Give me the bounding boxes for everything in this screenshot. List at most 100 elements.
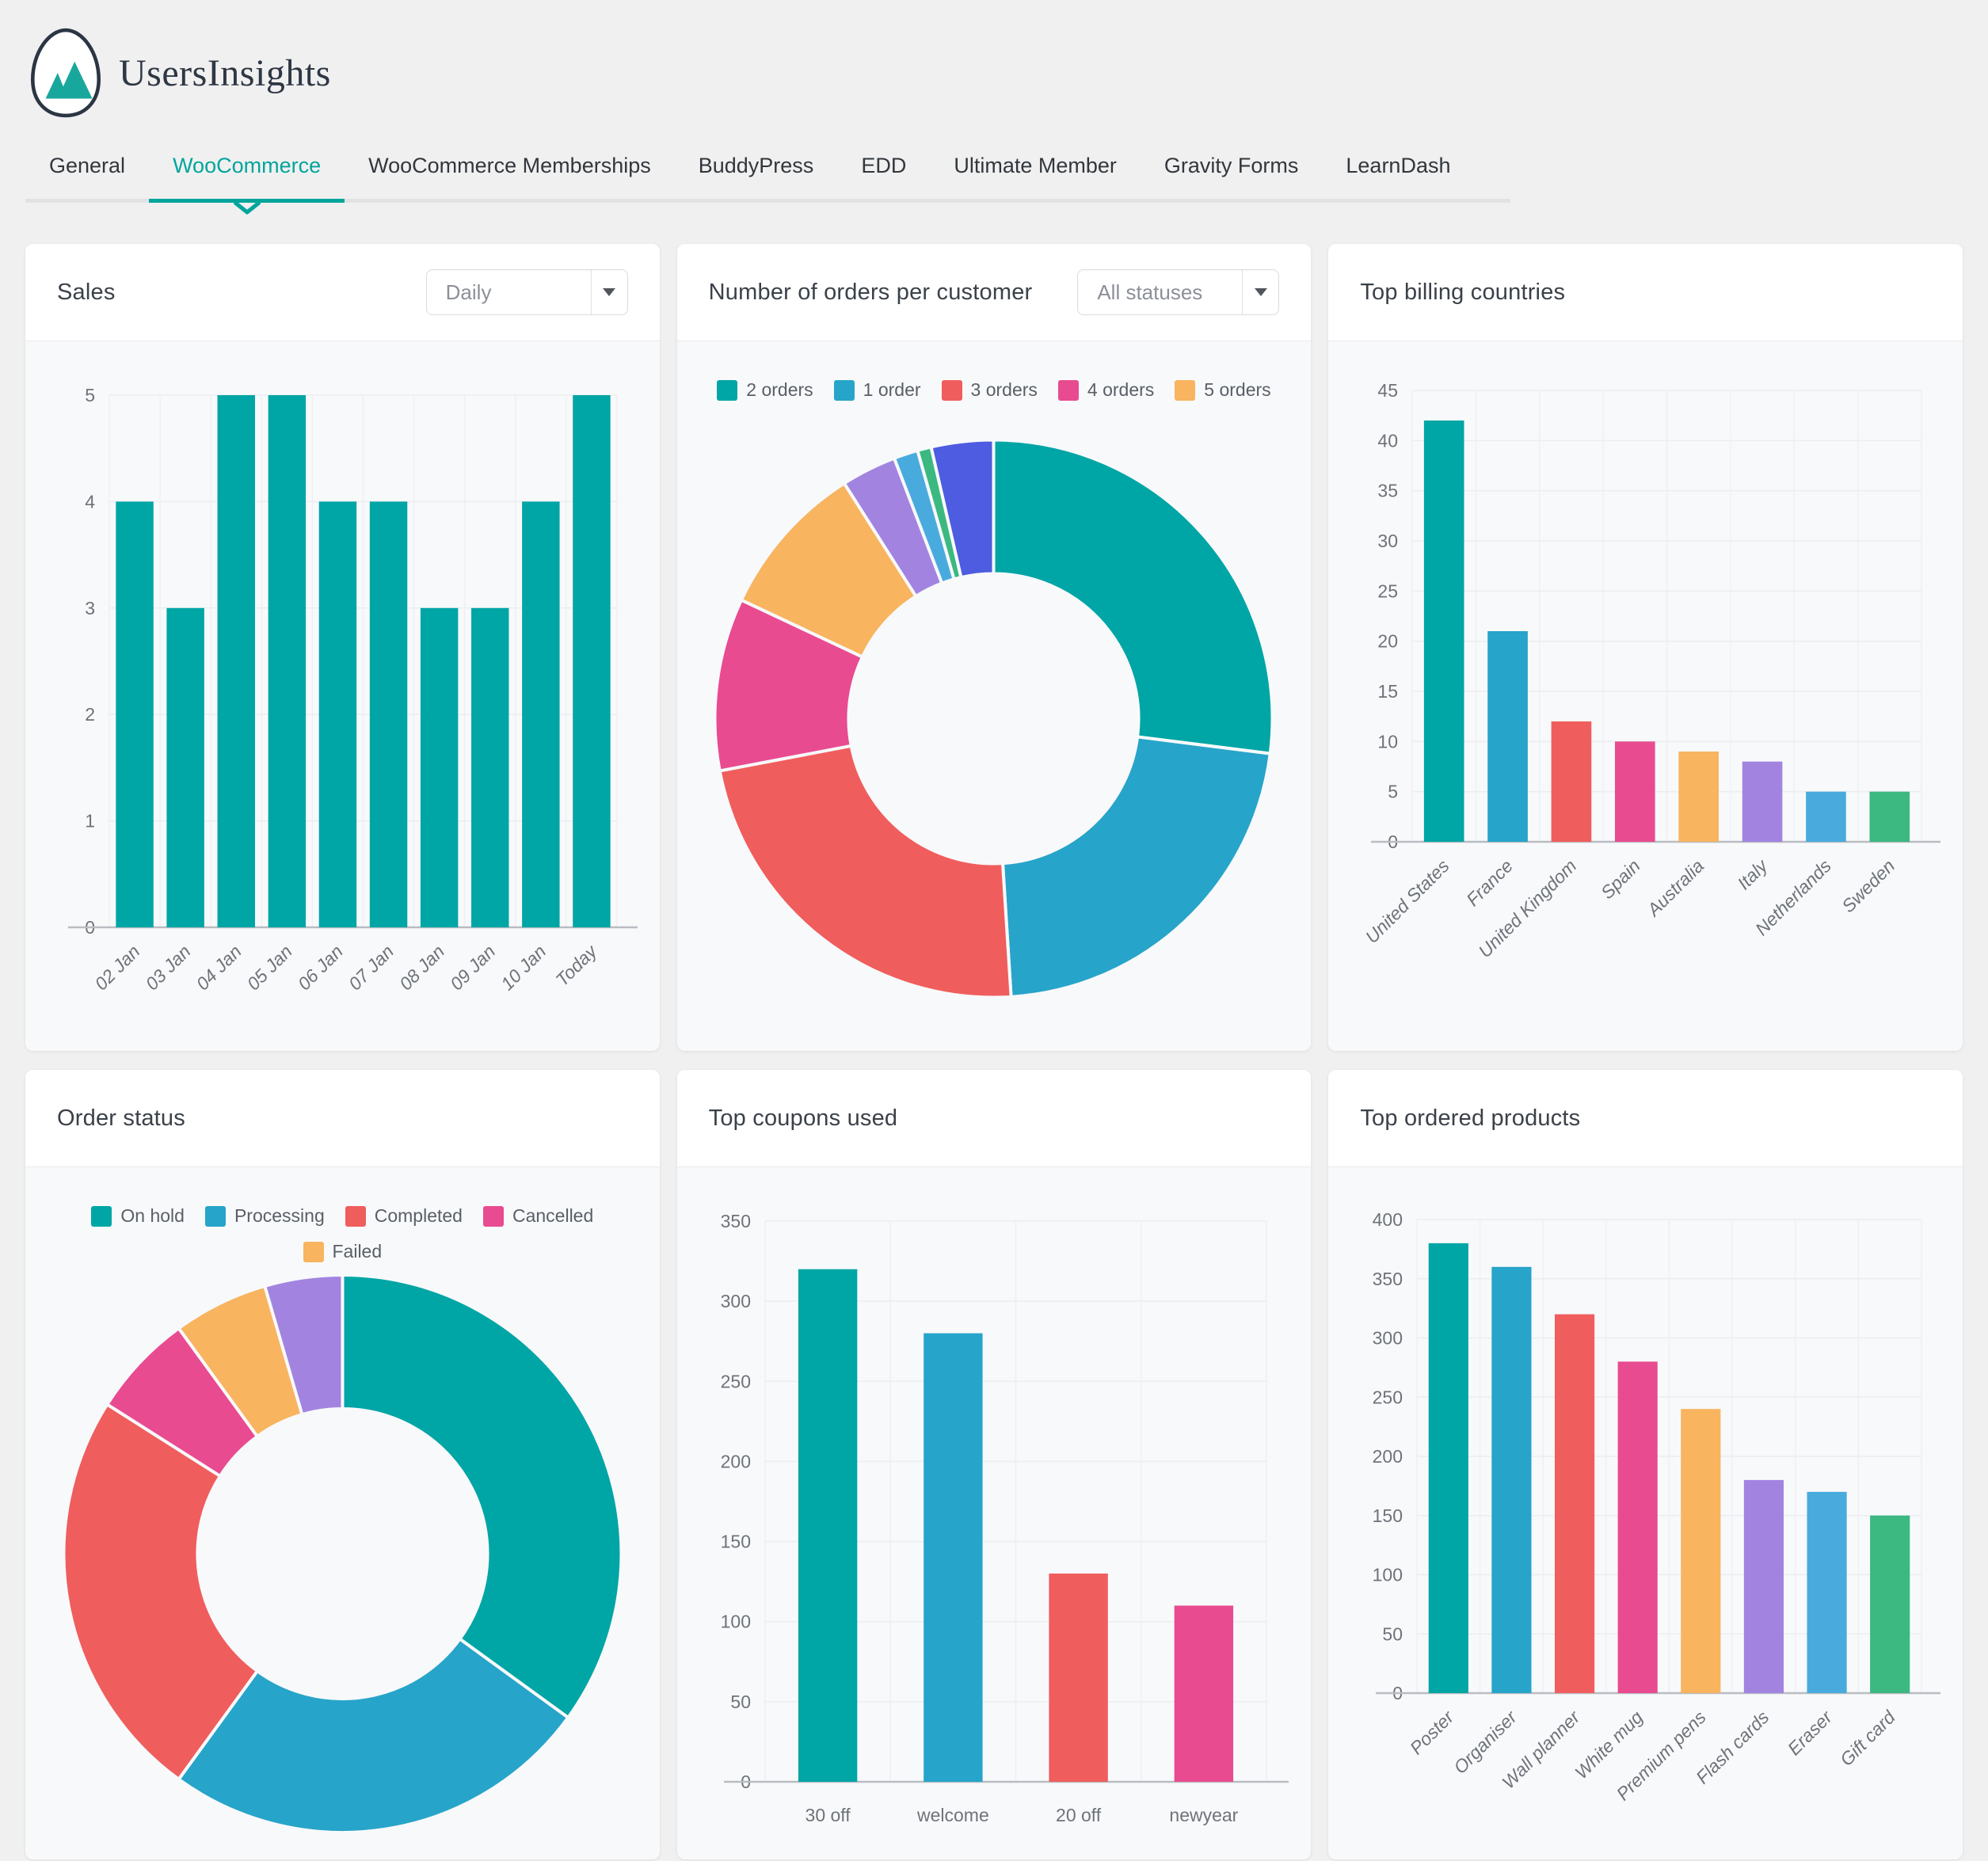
report-tabs: General WooCommerce WooCommerce Membership… [25,136,1511,215]
svg-text:20 off: 20 off [1057,1805,1103,1825]
legend-label: Completed [374,1205,463,1226]
svg-text:09 Jan: 09 Jan [446,941,499,994]
select-value: All statuses [1097,280,1203,304]
legend-color-swatch [833,379,855,401]
legend-item[interactable]: 5 orders [1175,379,1271,401]
panel-title-top-ordered-products: Top ordered products [1360,1105,1581,1131]
svg-text:newyear: newyear [1170,1805,1239,1825]
legend-color-swatch [204,1205,226,1227]
svg-text:25: 25 [1378,580,1399,601]
svg-text:France: France [1462,855,1517,910]
legend-color-swatch [717,379,738,401]
svg-text:100: 100 [1373,1565,1403,1585]
tab-woocommerce[interactable]: WooCommerce [149,136,345,215]
legend-color-swatch [345,1205,366,1227]
svg-text:35: 35 [1378,481,1399,501]
tab-gravity-forms[interactable]: Gravity Forms [1141,136,1323,199]
svg-text:07 Jan: 07 Jan [345,941,398,994]
svg-text:300: 300 [721,1291,751,1311]
legend-item[interactable]: 4 orders [1057,379,1154,401]
panel-top-coupons-used: Top coupons used 0 50 100 150 200 250 300 350 30… [676,1070,1312,1859]
svg-text:United States: United States [1362,855,1453,947]
panel-title-top-coupons-used: Top coupons used [708,1105,898,1131]
svg-text:45: 45 [1378,380,1399,401]
svg-text:10: 10 [1378,731,1399,752]
svg-text:40: 40 [1378,430,1399,451]
panel-header: Number of orders per customer All status… [676,244,1312,341]
tab-woocommerce-memberships[interactable]: WooCommerce Memberships [345,136,675,199]
dropdown-caret-icon [590,270,627,314]
app-logo-text: UsersInsights [119,51,331,94]
panel-header: Sales Daily [25,244,660,341]
svg-text:200: 200 [1373,1446,1403,1467]
svg-text:Italy: Italy [1734,854,1773,893]
legend-color-swatch [91,1205,112,1227]
top-coupons-chart-area: 0 50 100 150 200 250 300 350 30 off welcome 20 off… [676,1166,1312,1859]
svg-text:03 Jan: 03 Jan [141,941,194,994]
order-status-chart-area: On hold Processing Completed Cancelled Faile… [25,1166,660,1859]
svg-text:250: 250 [1373,1387,1403,1407]
users-insights-logo-icon [31,28,101,118]
panel-order-status: Order status On hold Processing Completed C… [25,1070,660,1859]
svg-text:1: 1 [85,811,95,832]
svg-text:300: 300 [1373,1328,1403,1349]
svg-text:Gift card: Gift card [1836,1706,1900,1770]
legend-label: 5 orders [1204,379,1271,400]
sales-period-select[interactable]: Daily [425,269,628,315]
legend-item[interactable]: Cancelled [482,1205,593,1227]
tab-buddypress[interactable]: BuddyPress [675,136,838,199]
app-header: UsersInsights [25,21,1963,125]
dashboard-grid: Sales Daily 0 1 2 3 4 5 02 Jan 03 Jan 04 Jan 05 J… [25,244,1963,1859]
svg-text:Poster: Poster [1406,1706,1458,1758]
top-coupons-bar-chart: 05010015020025030035030 off welcome 20 off… [721,1211,1289,1825]
active-tab-chevron-icon [233,201,261,215]
svg-text:Australia: Australia [1642,855,1708,921]
svg-text:350: 350 [721,1211,751,1231]
svg-text:250: 250 [721,1371,751,1391]
order-status-donut-chart [62,1273,623,1834]
legend-item[interactable]: On hold [91,1205,185,1227]
panel-title-order-status: Order status [57,1105,185,1131]
svg-text:2: 2 [85,704,95,725]
legend-item[interactable]: 1 order [833,379,921,401]
legend-item[interactable]: Failed [303,1241,382,1262]
order-status-filter-select[interactable]: All statuses [1077,269,1280,315]
tab-edd[interactable]: EDD [837,136,930,199]
svg-text:02 Jan: 02 Jan [90,941,143,994]
panel-title-orders-per-customer: Number of orders per customer [708,279,1033,305]
top-billing-countries-bar-chart: 051015202530354045United States FranceUni… [1362,380,1941,961]
svg-text:10 Jan: 10 Jan [497,941,550,994]
svg-text:350: 350 [1373,1269,1403,1289]
legend-color-swatch [1057,379,1079,401]
top-ordered-products-chart-area: 0 50 100 150 200 250 300 350 400 Poster Organiser W… [1328,1166,1963,1859]
panel-title-sales: Sales [57,279,116,305]
orders-per-customer-donut-chart [714,438,1274,999]
legend-item[interactable]: 2 orders [717,379,813,401]
top-ordered-products-bar-chart: 050100150200250300350400PosterOrganiserW… [1373,1209,1941,1804]
svg-text:30 off: 30 off [805,1805,851,1825]
svg-text:3: 3 [85,598,95,618]
tab-general[interactable]: General [25,136,149,199]
panel-header: Top billing countries [1328,244,1963,341]
svg-text:04 Jan: 04 Jan [192,941,245,994]
legend-color-swatch [1175,379,1196,401]
legend-color-swatch [303,1241,324,1262]
panel-header: Top ordered products [1328,1070,1963,1166]
tab-ultimate-member[interactable]: Ultimate Member [930,136,1141,199]
chart-legend: 2 orders 1 order 3 orders 4 orders 5 orders [717,379,1271,401]
svg-text:400: 400 [1373,1209,1403,1230]
legend-color-swatch [941,379,962,401]
legend-label: 1 order [863,379,921,400]
panel-title-top-billing-countries: Top billing countries [1360,279,1566,305]
svg-text:05 Jan: 05 Jan [242,941,295,994]
legend-item[interactable]: Processing [204,1205,325,1227]
sales-chart-area: 0 1 2 3 4 5 02 Jan 03 Jan 04 Jan 05 Jan 06 Jan 07 J… [25,341,660,1051]
panel-orders-per-customer: Number of orders per customer All status… [676,244,1312,1051]
svg-text:welcome: welcome [916,1805,989,1825]
tab-learndash[interactable]: LearnDash [1322,136,1474,199]
legend-label: On hold [120,1205,185,1226]
svg-text:150: 150 [1373,1505,1403,1526]
svg-text:06 Jan: 06 Jan [294,941,347,994]
legend-item[interactable]: Completed [345,1205,463,1227]
legend-item[interactable]: 3 orders [941,379,1038,401]
